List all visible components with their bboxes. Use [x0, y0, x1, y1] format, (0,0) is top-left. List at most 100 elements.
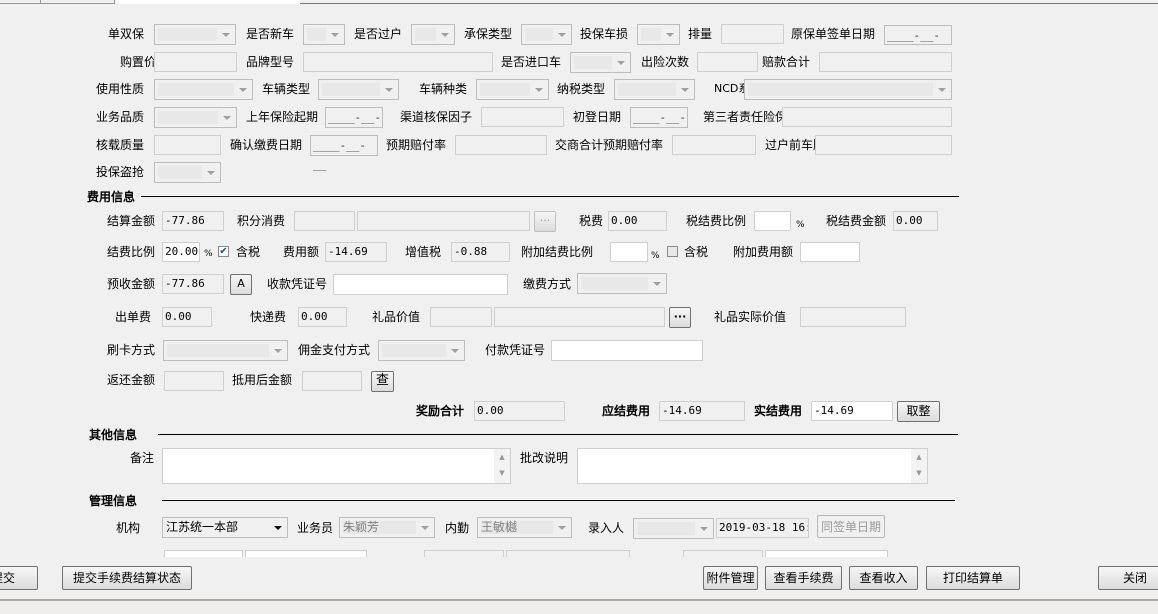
- ywy-select[interactable]: 朱颖芳: [339, 517, 435, 538]
- sfxc-select[interactable]: [303, 24, 345, 45]
- same-sign-date-button[interactable]: 同签单日期: [817, 515, 885, 538]
- ghqcp-input[interactable]: [815, 135, 952, 155]
- fkpz-input[interactable]: [551, 340, 703, 361]
- clipped-input-6[interactable]: [765, 550, 888, 557]
- jfbl-percent: %: [204, 249, 213, 259]
- cxcs-input[interactable]: [697, 52, 758, 72]
- label-nq: 内勤: [445, 521, 470, 535]
- sjfbl-percent: %: [796, 220, 805, 230]
- nq-value: 王敏樾: [481, 520, 518, 534]
- fjjfbl-percent: %: [651, 251, 660, 261]
- cdrq-date[interactable]: ____-__-__: [630, 107, 688, 143]
- tab-1[interactable]: [0, 0, 41, 4]
- ywpz-select[interactable]: [154, 107, 237, 128]
- clipped-input-4[interactable]: [506, 550, 630, 557]
- hzzl-input[interactable]: [154, 135, 221, 155]
- pgsm-scrollbar[interactable]: ▲ ▼: [911, 449, 927, 483]
- cblx-select[interactable]: [521, 24, 572, 45]
- tbdq-select[interactable]: [154, 162, 221, 183]
- jfbl-input[interactable]: 20.00: [162, 242, 200, 262]
- dsb-select[interactable]: [154, 24, 236, 45]
- attachment-button[interactable]: 附件管理: [703, 566, 758, 590]
- submit-button[interactable]: 提交: [0, 566, 38, 590]
- query-button[interactable]: 查: [371, 371, 394, 392]
- sfgh-select[interactable]: [411, 24, 455, 45]
- label-yjfy: 应结费用: [602, 404, 651, 418]
- qrjf-date[interactable]: ____-__-__: [310, 135, 378, 171]
- hs2-checkbox[interactable]: [667, 246, 678, 257]
- bz-textarea[interactable]: ▲ ▼: [162, 448, 511, 484]
- bz-scrollbar[interactable]: ▲ ▼: [494, 449, 510, 483]
- jfxf-browse-button[interactable]: ···: [534, 211, 556, 232]
- fee-section-title: 费用信息: [87, 190, 136, 204]
- view-fee-button[interactable]: 查看手续费: [765, 566, 842, 590]
- sfjk-select[interactable]: [570, 52, 631, 73]
- snbx-date[interactable]: ____-__-__: [325, 107, 383, 143]
- label-pl: 排量: [688, 27, 713, 41]
- skfs-select[interactable]: [163, 340, 288, 361]
- ppxh-input[interactable]: [303, 52, 493, 72]
- view-income-button[interactable]: 查看收入: [849, 566, 918, 590]
- close-button[interactable]: 关闭: [1098, 566, 1158, 590]
- ncd-select[interactable]: [744, 79, 952, 100]
- pkhj-input[interactable]: [819, 52, 952, 72]
- label-nslx: 纳税类型: [557, 82, 606, 96]
- yjzf-select[interactable]: [378, 340, 465, 361]
- fjjfbl-input[interactable]: [610, 242, 648, 262]
- label-lpjz: 礼品价值: [372, 310, 421, 324]
- yqpf-input[interactable]: [455, 135, 547, 155]
- label-sjfy: 实结费用: [754, 404, 803, 418]
- clzl-select[interactable]: [476, 79, 549, 100]
- qdhb-input[interactable]: [481, 107, 564, 127]
- cllx-select[interactable]: [318, 79, 399, 100]
- clipped-input-1[interactable]: [164, 550, 243, 557]
- ysje-a-button[interactable]: A: [230, 274, 252, 295]
- nq-select[interactable]: 王敏樾: [477, 517, 572, 538]
- nslx-select[interactable]: [614, 79, 695, 100]
- jfxf-input-2[interactable]: [357, 211, 530, 231]
- pl-input[interactable]: [721, 24, 784, 44]
- round-button[interactable]: 取整: [897, 401, 940, 422]
- lpjz-input-1[interactable]: [430, 307, 492, 327]
- label-sjfje: 税结费金额: [826, 214, 887, 228]
- tab-strip: [0, 0, 1158, 4]
- tab-2[interactable]: [40, 0, 115, 4]
- label-cllx: 车辆类型: [262, 82, 311, 96]
- jffs-select[interactable]: [577, 273, 667, 294]
- yjfy-input: -14.69: [659, 401, 745, 421]
- fye-input: -14.69: [325, 242, 387, 262]
- label-dyhje: 抵用后金额: [232, 373, 293, 387]
- mgmt-section-title: 管理信息: [89, 494, 138, 508]
- cdf-input: 0.00: [162, 307, 212, 327]
- ybqd-date[interactable]: ____-__-__: [884, 25, 952, 61]
- tbcs-select[interactable]: [637, 24, 680, 45]
- clipped-input-3[interactable]: [424, 550, 504, 557]
- syxz-select[interactable]: [154, 79, 253, 100]
- clipped-input-5[interactable]: [683, 550, 763, 557]
- lrr-select[interactable]: [633, 518, 714, 539]
- lpjz-input-2[interactable]: [494, 307, 665, 327]
- print-button[interactable]: 打印结算单: [926, 566, 1020, 590]
- lpsj-input[interactable]: [800, 307, 906, 327]
- hs-checkbox[interactable]: ✔: [218, 246, 229, 257]
- sjfy-input[interactable]: -14.69: [811, 401, 893, 421]
- jshj-input[interactable]: [672, 135, 756, 155]
- tab-active[interactable]: [116, 0, 300, 4]
- clipped-row: [0, 550, 1158, 557]
- pgsm-textarea[interactable]: ▲ ▼: [577, 448, 928, 484]
- submit-status-button[interactable]: 提交手续费结算状态: [62, 566, 192, 590]
- lpjz-browse-button[interactable]: ···: [669, 307, 691, 328]
- fjfye-input[interactable]: [800, 242, 860, 262]
- zzs-input: -0.88: [451, 242, 510, 262]
- jfxf-input-1[interactable]: [294, 211, 355, 231]
- skpz-input[interactable]: [333, 274, 508, 295]
- jg-select[interactable]: 江苏统一本部: [162, 517, 288, 538]
- sjfbl-input[interactable]: [754, 211, 791, 231]
- label-pgsm: 批改说明: [520, 451, 569, 465]
- dszr-input[interactable]: [782, 107, 952, 127]
- clipped-input-2[interactable]: [245, 550, 367, 557]
- tab-strip-line: [300, 3, 1158, 4]
- label-clzl: 车辆种类: [419, 82, 468, 96]
- gzj-input[interactable]: [154, 52, 237, 72]
- label-yqpf: 预期赔付率: [386, 138, 447, 152]
